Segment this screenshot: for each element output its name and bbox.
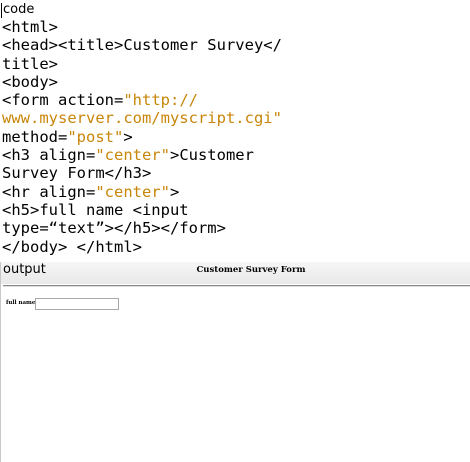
code-section-label: code <box>3 2 35 17</box>
output-section-label: output <box>3 262 46 277</box>
code-line: </body> </html> <box>2 238 307 256</box>
code-string-token: www.myserver.com/myscript.cgi" <box>2 109 282 128</box>
full-name-input[interactable] <box>35 298 119 310</box>
code-token: <h5>full name <input <box>2 200 189 219</box>
code-line: www.myserver.com/myscript.cgi" <box>2 109 307 127</box>
code-token: Survey Form</h3> <box>2 164 152 183</box>
code-line: <html> <box>2 18 307 36</box>
code-line: type=“text”></h5></form> <box>2 219 307 237</box>
code-token: method= <box>2 127 68 146</box>
code-token: <hr align= <box>2 182 96 201</box>
code-string-token: "post" <box>67 127 124 146</box>
code-line: <form action="http:// <box>2 91 307 109</box>
code-token: type=“text”></h5></form> <box>2 219 226 238</box>
code-token: <h3 align= <box>2 146 96 165</box>
code-line: Survey Form</h3> <box>2 164 307 182</box>
html-code-block: <html> <head><title>Customer Survey</titl… <box>2 18 307 256</box>
code-line: <hr align="center"> <box>2 183 307 201</box>
code-string-token: "center" <box>95 182 170 201</box>
code-token: > <box>169 182 180 201</box>
code-token: <html> <box>2 18 58 36</box>
code-line: <head><title>Customer Survey</ <box>2 36 307 54</box>
code-token: <body> <box>2 72 58 91</box>
code-line: method="post"> <box>2 128 307 146</box>
code-token: <head><title>Customer Survey</ <box>2 36 282 55</box>
text-cursor <box>1 3 2 18</box>
full-name-label: full name <box>6 300 36 306</box>
code-string-token: "center" <box>95 146 170 165</box>
code-string-token: "http:// <box>123 91 198 110</box>
code-line: <h5>full name <input <box>2 201 307 219</box>
code-token: title> <box>2 54 58 73</box>
code-token: </body> </html> <box>2 237 142 256</box>
horizontal-rule <box>3 285 470 287</box>
code-token: >Customer <box>169 146 254 165</box>
code-token: <form action= <box>2 91 124 110</box>
rendered-output-panel: Customer Survey Form full name <box>0 262 470 462</box>
code-line: <h3 align="center">Customer <box>2 146 307 164</box>
code-token: > <box>123 127 133 146</box>
code-line: title> <box>2 55 307 73</box>
code-line: <body> <box>2 73 307 91</box>
form-heading: Customer Survey Form <box>196 265 306 275</box>
